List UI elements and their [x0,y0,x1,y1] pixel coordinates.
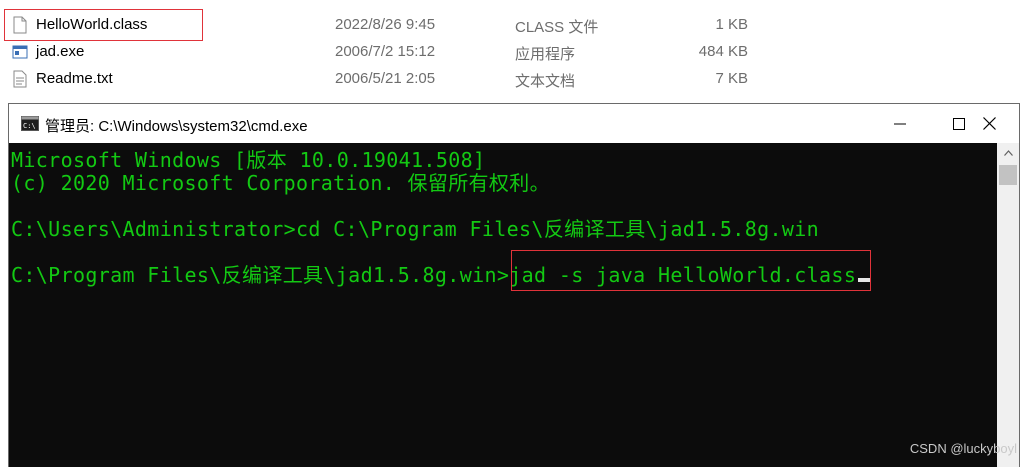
file-name: Readme.txt [36,70,113,87]
file-row-readme[interactable]: Readme.txt 2006/5/21 2:05 文本文档 7 KB [0,66,1029,93]
file-type: CLASS 文件 [515,19,599,36]
minimize-button[interactable] [870,104,929,143]
close-icon [983,117,996,130]
title-bar[interactable]: C:\ 管理员: C:\Windows\system32\cmd.exe [9,104,1019,143]
file-row-jad[interactable]: jad.exe 2006/7/2 15:12 应用程序 484 KB [0,39,1029,66]
chevron-up-icon [1003,150,1013,156]
svg-text:C:\: C:\ [23,122,36,130]
vertical-scrollbar[interactable] [997,143,1019,467]
text-file-icon [13,70,27,88]
file-size: 7 KB [715,70,748,87]
application-icon [12,45,28,59]
console-line: C:\Users\Administrator>cd C:\Program Fil… [11,217,820,241]
file-date: 2022/8/26 9:45 [335,16,436,33]
close-button[interactable] [960,104,1019,143]
file-list: HelloWorld.class 2022/8/26 9:45 CLASS 文件… [0,0,1029,100]
file-size: 484 KB [698,43,748,60]
window-title: 管理员: C:\Windows\system32\cmd.exe [45,118,308,135]
scroll-thumb[interactable] [999,165,1017,185]
minimize-icon [893,123,906,124]
file-date: 2006/5/21 2:05 [335,70,436,87]
cmd-window: C:\ 管理员: C:\Windows\system32\cmd.exe Mic… [8,103,1020,467]
file-name: jad.exe [36,43,85,60]
file-date: 2006/7/2 15:12 [335,43,436,60]
cmd-icon: C:\ [21,116,39,131]
file-size: 1 KB [715,16,748,33]
watermark: CSDN @luckyboyl [909,441,1017,456]
console-output[interactable]: Microsoft Windows [版本 10.0.19041.508] (c… [9,143,997,467]
file-type: 文本文档 [515,73,576,90]
command-highlight-box [511,250,871,291]
console-line: (c) 2020 Microsoft Corporation. 保留所有权利。 [11,171,550,195]
scroll-up-button[interactable] [997,143,1019,163]
file-type: 应用程序 [515,46,576,63]
file-highlight-box [4,9,203,41]
